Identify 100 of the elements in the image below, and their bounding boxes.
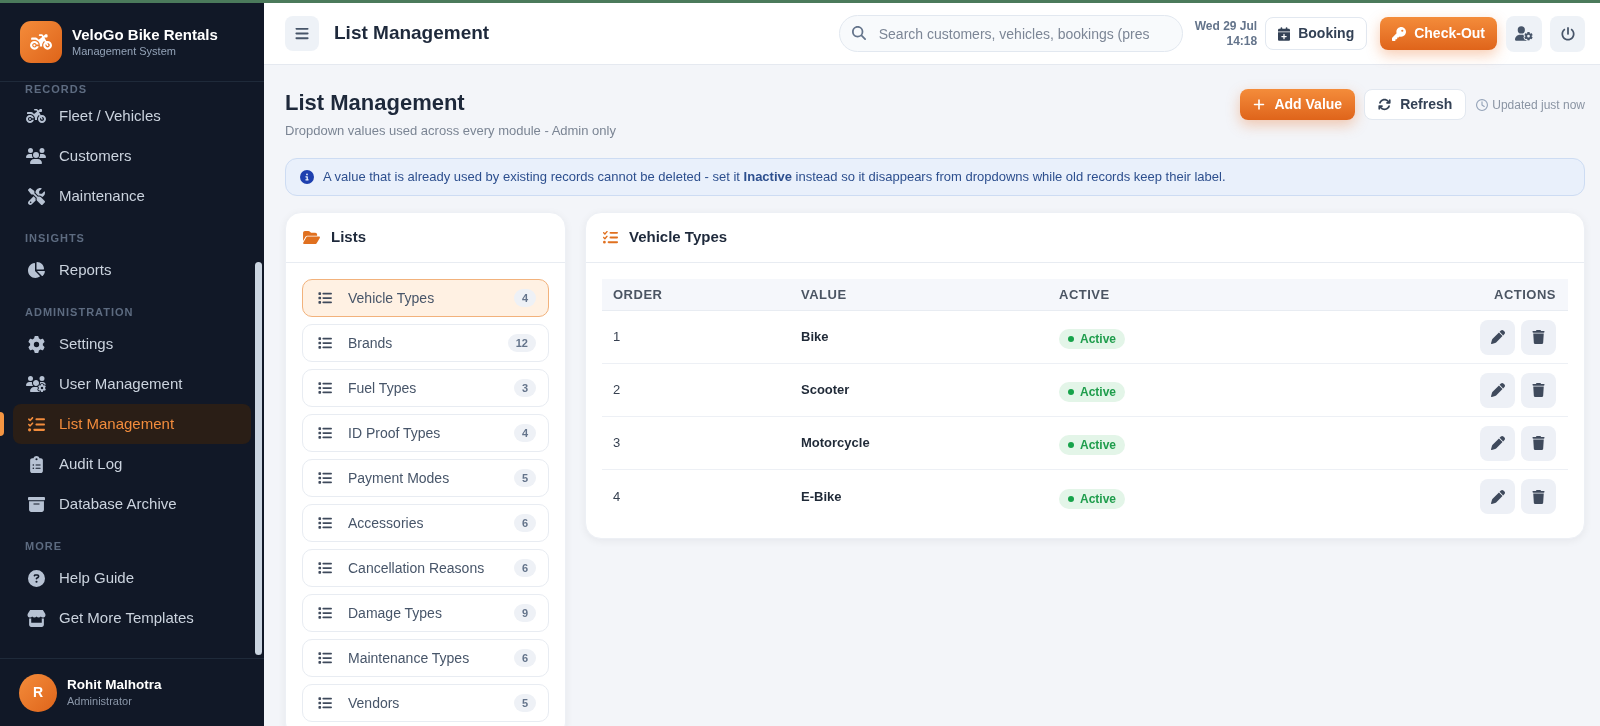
page-action-button[interactable]: Refresh [1364,89,1467,120]
page-title: List Management [285,89,466,117]
status-label: Active [1080,490,1117,508]
nav-item[interactable]: Settings [13,324,251,364]
people-icon [26,148,46,164]
value-cell-text: Scooter [800,381,850,400]
user-avatar: R [19,673,57,712]
pie-chart-icon [27,262,45,278]
item-count: 6 [513,514,536,532]
pencil-icon [1490,436,1505,450]
edit-button[interactable] [1480,372,1515,408]
list-icon [318,291,332,305]
nav-item[interactable]: Reports [13,250,251,290]
trash-icon [1532,489,1545,504]
value-cell-text: E-Bike [800,487,842,506]
nav-item[interactable]: Customers [13,136,251,176]
motorcycle-logo-icon [20,21,62,63]
user-gear-icon [1515,26,1533,41]
list-item[interactable]: Cancellation Reasons 6 [302,549,549,587]
store-icon [26,609,46,627]
user-role: Administrator [67,694,133,709]
item-count: 5 [513,694,536,712]
list-item[interactable]: Vehicle Types 4 [302,279,549,317]
item-count: 4 [513,289,536,307]
info-icon [300,170,314,184]
item-count: 3 [513,379,536,397]
nav-item[interactable]: Database Archive [13,484,251,524]
list-item[interactable]: ID Proof Types 4 [302,414,549,452]
plus-icon [1253,98,1266,111]
search-field[interactable]: Search customers, vehicles, bookings (pres [838,15,1183,52]
list-item[interactable]: Damage Types 9 [302,594,549,632]
list-item[interactable]: Vendors 5 [302,684,549,722]
list-item[interactable]: Maintenance Types 6 [302,639,549,677]
edit-button[interactable] [1480,425,1515,461]
nav-item[interactable]: Help Guide [13,558,251,598]
scrollbar-thumb[interactable] [255,262,262,655]
item-count: 12 [507,334,536,352]
list-item[interactable]: Payment Modes 5 [302,459,549,497]
edit-button[interactable] [1480,479,1515,514]
value-cell-text: Bike [800,328,829,347]
section-label: ADMINISTRATION [25,305,134,320]
refresh-icon [1378,98,1392,111]
list-item[interactable]: Accessories 6 [302,504,549,542]
status-label: Active [1080,331,1117,348]
nav-item[interactable]: Audit Log [13,444,251,484]
search-icon [851,26,866,40]
selection-indicator [0,412,4,436]
trash-icon [1532,383,1545,397]
nav-item[interactable]: User Management [13,364,251,404]
edit-button[interactable] [1480,319,1515,355]
checklist-icon [603,230,618,245]
logout-button[interactable] [1550,15,1585,52]
value-cell-text: Motorcycle [800,434,870,453]
help-icon [27,569,45,587]
list-item[interactable]: Fuel Types 3 [302,369,549,407]
users-gear-icon [26,376,46,392]
order-cell-text: 3 [612,434,621,453]
nav-item[interactable]: Fleet / Vehicles [13,96,251,136]
trash-icon [1532,330,1545,344]
list-icon [318,651,332,665]
user-name: Rohit Malhotra [67,676,162,694]
nav-item[interactable]: Get More Templates [13,598,251,638]
updated-status: Updated just now [1492,96,1585,114]
delete-button[interactable] [1521,425,1556,461]
list-icon [318,336,332,350]
delete-button[interactable] [1521,479,1556,514]
tools-icon [27,187,45,205]
pencil-icon [1490,383,1505,397]
column-header: ACTIONS [1494,285,1557,304]
nav-item[interactable]: List Management [13,404,251,444]
item-count: 6 [513,649,536,667]
section-label: INSIGHTS [25,231,85,246]
notice-text: A value that is already used by existing records cannot be deleted - set it Inactive instead so it disappears from dropdowns while old records keep their label. [323,168,1226,187]
item-count: 9 [513,604,536,622]
pencil-icon [1490,330,1505,344]
header-title: List Management [334,21,490,46]
user-settings-button[interactable] [1506,15,1542,52]
item-count: 5 [513,469,536,487]
item-count: 4 [513,424,536,442]
list-icon [318,381,332,395]
list-item[interactable]: Brands 12 [302,324,549,362]
header-action-button[interactable]: Booking [1265,17,1368,50]
list-icon [318,516,332,530]
delete-button[interactable] [1521,372,1556,408]
column-header: ACTIVE [1058,285,1110,304]
status-label: Active [1080,437,1117,454]
brand-name: VeloGo Bike Rentals [72,25,218,44]
column-header: ORDER [612,285,663,304]
section-label: RECORDS [25,82,87,96]
page-subtitle: Dropdown values used across every module - Admin only [285,123,616,139]
list-icon [318,696,332,710]
folder-icon [303,230,320,245]
section-label: MORE [25,539,62,554]
menu-button[interactable] [285,16,319,51]
archive-box-icon [27,495,45,513]
list-icon [318,606,332,620]
delete-button[interactable] [1521,319,1556,355]
menu-icon [295,26,309,41]
nav-item[interactable]: Maintenance [13,176,251,216]
motorcycle-icon [26,108,46,124]
